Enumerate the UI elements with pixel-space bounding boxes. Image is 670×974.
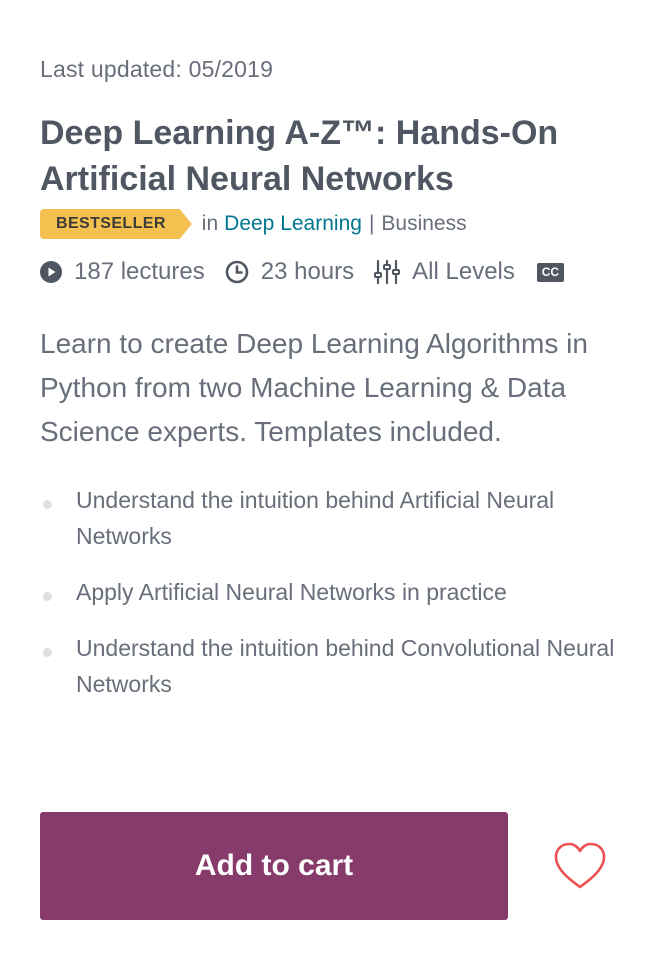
parent-category: Business: [381, 212, 467, 235]
bullet-icon: [43, 500, 52, 509]
bullet-icon: [43, 592, 52, 601]
course-meta-row: 187 lectures 23 hours All Levels CC: [40, 254, 564, 290]
badge-row: BESTSELLER in Deep Learning | Business: [40, 208, 467, 240]
hours-meta: 23 hours: [225, 258, 354, 286]
objective-text: Understand the intuition behind Artifici…: [76, 487, 555, 549]
sliders-icon: [374, 259, 401, 285]
objective-item: Apply Artificial Neural Networks in prac…: [40, 574, 640, 610]
level-meta: All Levels: [374, 258, 515, 286]
category-separator: |: [368, 212, 375, 235]
category-link[interactable]: Deep Learning: [224, 212, 362, 236]
course-headline: Learn to create Deep Learning Algorithms…: [40, 328, 588, 447]
clock-icon: [225, 260, 249, 284]
course-preview-card: Last updated: 05/2019 Deep Learning A-Z™…: [40, 0, 640, 974]
play-circle-icon: [40, 261, 62, 283]
objective-item: Understand the intuition behind Convolut…: [40, 630, 640, 702]
add-to-cart-button[interactable]: Add to cart: [40, 812, 508, 920]
course-title: Deep Learning A-Z™: Hands-On Artificial …: [40, 114, 559, 198]
lectures-count: 187 lectures: [74, 258, 205, 285]
closed-captions-icon: CC: [536, 262, 564, 282]
objective-text: Understand the intuition behind Convolut…: [76, 635, 615, 697]
objectives-list: Understand the intuition behind Artifici…: [40, 482, 640, 722]
last-updated-date: Last updated: 05/2019: [40, 56, 274, 82]
lectures-meta: 187 lectures: [40, 258, 205, 286]
course-duration: 23 hours: [260, 258, 355, 285]
bestseller-badge: BESTSELLER: [40, 209, 192, 239]
objective-text: Apply Artificial Neural Networks in prac…: [76, 579, 507, 605]
wishlist-button[interactable]: [552, 840, 608, 892]
course-level: All Levels: [412, 258, 515, 285]
heart-outline-icon: [554, 842, 606, 889]
objective-item: Understand the intuition behind Artifici…: [40, 482, 640, 554]
bullet-icon: [43, 648, 52, 657]
in-label: in: [201, 212, 219, 235]
